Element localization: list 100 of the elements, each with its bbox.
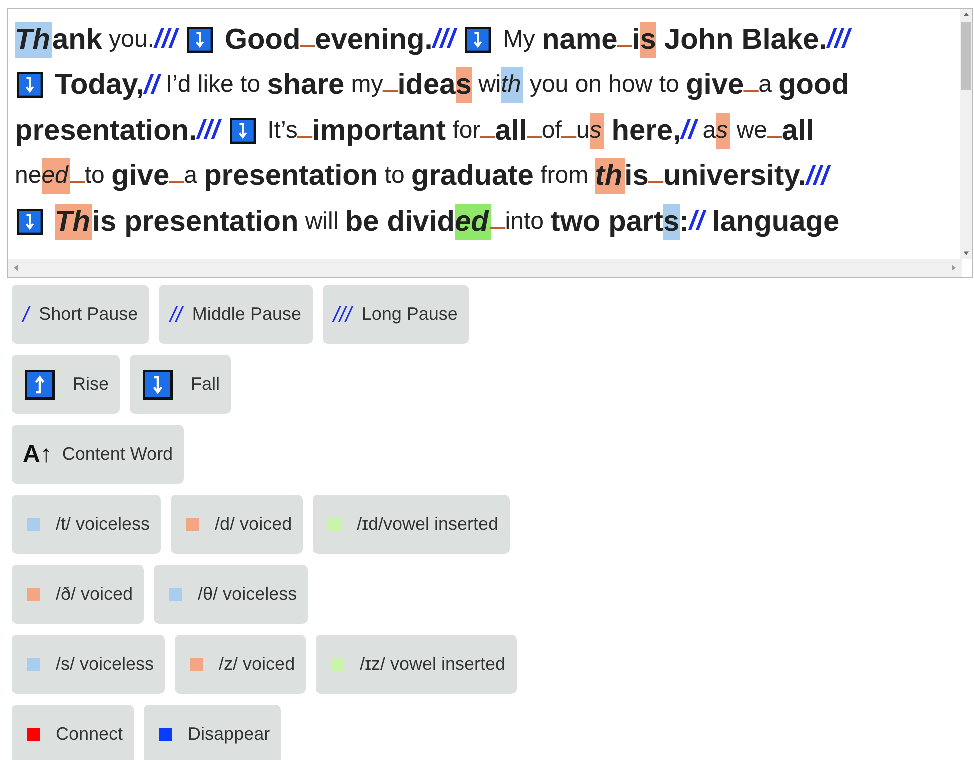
legend-button[interactable]: // Middle Pause <box>159 285 312 344</box>
passage-text: It’s <box>268 116 298 146</box>
scroll-down-icon[interactable] <box>962 250 970 257</box>
passage-text: you on how to <box>528 70 680 100</box>
scroll-up-icon[interactable] <box>962 11 970 18</box>
pause-mark: /// <box>197 115 220 146</box>
passage-text: My <box>503 24 536 55</box>
pause-symbol: /// <box>334 302 352 328</box>
link-mark: _ <box>744 62 759 96</box>
highlighted-text: Th <box>55 204 92 240</box>
legend-button[interactable]: Fall <box>130 355 232 414</box>
passage-text: ank <box>52 22 102 58</box>
fall-intonation-icon <box>230 118 256 144</box>
passage-text: presentation <box>204 159 378 194</box>
passage-text: share <box>267 68 345 104</box>
passage-text: is <box>624 159 649 194</box>
link-mark: _ <box>648 153 664 186</box>
passage-text: ne <box>15 161 42 192</box>
horizontal-scrollbar[interactable] <box>8 259 962 277</box>
passage-text: idea <box>398 68 456 104</box>
passage-text: we <box>736 116 768 146</box>
legend-button[interactable]: /d/ voiced <box>171 495 304 554</box>
legend-button[interactable]: /t/ voiceless <box>12 495 162 554</box>
text-area[interactable] <box>7 8 973 278</box>
scroll-left-icon[interactable] <box>12 264 20 272</box>
link-mark: _ <box>480 108 496 141</box>
passage-text: good <box>778 68 850 104</box>
passage-text: : <box>680 204 690 240</box>
passage-text: into <box>505 206 545 237</box>
pause-mark: // <box>681 115 696 146</box>
legend-button[interactable]: /θ/ voiceless <box>154 565 308 624</box>
legend-button[interactable]: /ð/ voiced <box>12 565 144 624</box>
passage-text: all <box>495 114 528 149</box>
highlighted-text: ed <box>42 158 70 194</box>
pause-mark: /// <box>432 24 456 56</box>
highlighted-text: s <box>663 204 680 240</box>
highlighted-text: ed <box>454 204 491 240</box>
passage-text: a <box>702 116 716 146</box>
passage-text: to <box>84 161 106 192</box>
passage-text: my <box>350 70 384 100</box>
passage-text: give <box>112 159 170 194</box>
passage-text: u <box>576 116 590 146</box>
pause-mark: // <box>689 206 704 238</box>
passage-text: John Blake. <box>663 22 828 58</box>
passage-text: important <box>312 114 446 149</box>
legend-button[interactable]: Connect <box>12 705 134 760</box>
scrollbar-thumb[interactable] <box>961 22 971 90</box>
vertical-scrollbar[interactable] <box>960 9 972 259</box>
legend-button[interactable]: /s/ voiceless <box>12 635 166 694</box>
legend-button[interactable]: /z/ voiced <box>175 635 306 694</box>
passage-text: you. <box>108 24 154 55</box>
passage-text: name <box>542 22 618 58</box>
pause-mark: /// <box>154 24 177 56</box>
passage-text: graduate <box>411 159 534 194</box>
legend-button[interactable]: / Short Pause <box>12 285 150 344</box>
passage-text: of <box>542 116 562 146</box>
passage-text: wi <box>478 70 502 100</box>
rise-intonation-icon <box>25 370 55 400</box>
legend-button[interactable]: Rise <box>12 355 120 414</box>
passage-text: presentation. <box>15 114 198 149</box>
fall-intonation-icon <box>143 370 174 400</box>
passage-text: Today, <box>55 68 144 104</box>
passage-text: for <box>452 116 481 146</box>
passage-text: i <box>632 22 640 58</box>
legend-button[interactable]: /// Long Pause <box>322 285 469 344</box>
passage-text: university. <box>663 159 806 194</box>
highlighted-text: s <box>456 67 472 104</box>
pause-mark: // <box>144 70 160 101</box>
content-word-symbol: A↑ <box>23 440 52 468</box>
legend-button[interactable]: /ɪd/vowel inserted <box>313 495 510 554</box>
fall-intonation-icon <box>186 26 213 53</box>
highlighted-text: th <box>595 158 625 194</box>
legend-button[interactable]: /ɪz/ vowel inserted <box>316 635 517 694</box>
passage-text: Good <box>224 22 301 58</box>
passage-text: evening. <box>315 22 433 58</box>
link-mark: _ <box>300 16 316 50</box>
legend-button[interactable]: Disappear <box>144 705 282 760</box>
link-mark: _ <box>70 153 85 186</box>
link-mark: _ <box>298 108 312 141</box>
highlighted-text: s <box>640 22 656 58</box>
passage-text: all <box>782 114 814 149</box>
passage-text: I’d like to <box>164 70 262 100</box>
fall-intonation-icon <box>465 26 492 53</box>
pause-mark: /// <box>806 160 829 192</box>
passage-text: is presentation <box>92 204 299 240</box>
passage-text: be divid <box>345 204 455 240</box>
passage-text: here, <box>610 114 682 149</box>
passage-text: two part <box>550 204 664 240</box>
fall-intonation-icon <box>17 208 43 235</box>
link-mark: _ <box>768 108 782 141</box>
link-mark: _ <box>490 198 506 232</box>
pause-symbol: / <box>23 302 30 328</box>
passage-text: language <box>711 204 840 240</box>
link-mark: _ <box>618 16 632 50</box>
highlighted-text: Th <box>15 22 52 58</box>
passage-text: to <box>384 161 406 192</box>
legend-button[interactable]: A↑ Content Word <box>12 425 184 484</box>
link-mark: _ <box>170 153 184 186</box>
passage-text: will <box>304 206 340 237</box>
scroll-right-icon[interactable] <box>950 264 958 272</box>
